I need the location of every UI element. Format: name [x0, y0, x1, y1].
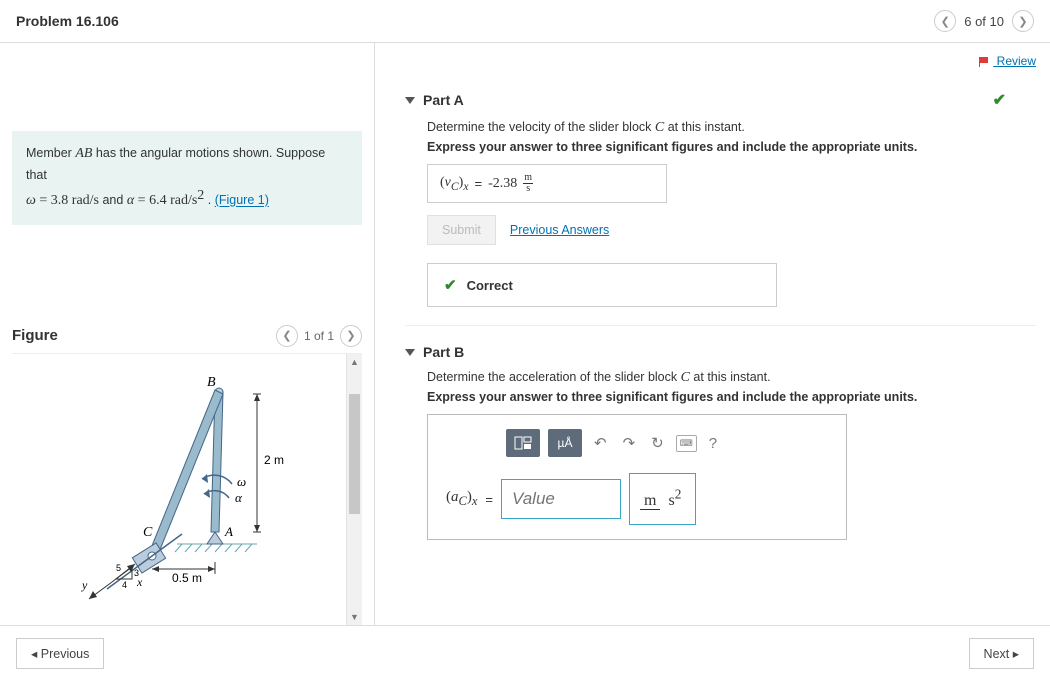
part-a-value: -2.38: [488, 176, 517, 192]
caret-down-icon: [405, 97, 415, 104]
part-a-feedback: ✔ Correct: [427, 263, 777, 307]
problem-position: 6 of 10: [964, 14, 1004, 29]
part-b-title: Part B: [423, 344, 464, 360]
part-b-description: Determine the acceleration of the slider…: [427, 370, 1036, 386]
undo-button[interactable]: ↶: [590, 434, 611, 452]
svg-text:5: 5: [116, 563, 121, 573]
help-button[interactable]: ?: [705, 435, 721, 452]
redo-button[interactable]: ↷: [619, 434, 640, 452]
scroll-up-icon[interactable]: ▲: [347, 354, 362, 370]
figure-image: B C A ω α 2 m 0.5 m x y 5 3 4 ▲ ▼: [12, 353, 362, 625]
part-a-units: ms: [523, 173, 533, 194]
templates-tool-button[interactable]: [506, 429, 540, 457]
svg-text:2 m: 2 m: [264, 453, 284, 467]
figure-link[interactable]: (Figure 1): [215, 194, 269, 208]
scroll-thumb[interactable]: [349, 394, 360, 514]
reset-button[interactable]: ↻: [647, 434, 668, 452]
svg-text:α: α: [235, 490, 243, 505]
svg-text:C: C: [143, 525, 153, 540]
keyboard-button[interactable]: ⌨: [676, 435, 697, 452]
svg-text:A: A: [224, 524, 233, 539]
part-b-instructions: Express your answer to three significant…: [427, 390, 1036, 404]
part-b-units-input[interactable]: m s2: [629, 473, 696, 525]
figure-heading: Figure: [12, 327, 58, 344]
caret-down-icon: [405, 349, 415, 356]
part-a-previous-answers-link[interactable]: Previous Answers: [510, 223, 609, 237]
review-link[interactable]: Review: [979, 54, 1036, 68]
part-a-title: Part A: [423, 92, 464, 108]
part-a-answer-box: (vC)x = -2.38 ms: [427, 164, 667, 203]
part-a-description: Determine the velocity of the slider blo…: [427, 120, 1036, 136]
svg-text:B: B: [207, 375, 216, 390]
svg-text:3: 3: [134, 568, 139, 578]
part-a-submit-button: Submit: [427, 215, 496, 245]
part-b-input-area: µÅ ↶ ↷ ↻ ⌨ ? (aC)x = m s2: [427, 414, 847, 540]
part-a-instructions: Express your answer to three significant…: [427, 140, 1036, 154]
prev-problem-button[interactable]: ❮: [934, 10, 956, 32]
part-a-header[interactable]: Part A ✔: [405, 90, 1036, 110]
figure-scrollbar[interactable]: ▲ ▼: [346, 354, 362, 625]
svg-text:ω: ω: [237, 474, 246, 489]
flag-icon: [979, 57, 991, 67]
problem-prompt: Member AB has the angular motions shown.…: [12, 131, 362, 225]
svg-text:0.5 m: 0.5 m: [172, 571, 202, 585]
problem-title: Problem 16.106: [16, 13, 119, 29]
scroll-down-icon[interactable]: ▼: [347, 609, 362, 625]
previous-page-button[interactable]: ◂ Previous: [16, 638, 104, 669]
figure-prev-button[interactable]: ❮: [276, 325, 298, 347]
figure-position: 1 of 1: [304, 329, 334, 343]
part-a-complete-icon: ✔: [993, 90, 1006, 110]
next-page-button[interactable]: Next ▸: [969, 638, 1034, 669]
units-tool-button[interactable]: µÅ: [548, 429, 582, 457]
svg-text:y: y: [81, 578, 88, 592]
figure-next-button[interactable]: ❯: [340, 325, 362, 347]
svg-text:4: 4: [122, 580, 127, 590]
part-b-header[interactable]: Part B: [405, 344, 1036, 360]
next-problem-button[interactable]: ❯: [1012, 10, 1034, 32]
check-icon: ✔: [444, 276, 457, 294]
part-b-value-input[interactable]: [501, 479, 621, 519]
